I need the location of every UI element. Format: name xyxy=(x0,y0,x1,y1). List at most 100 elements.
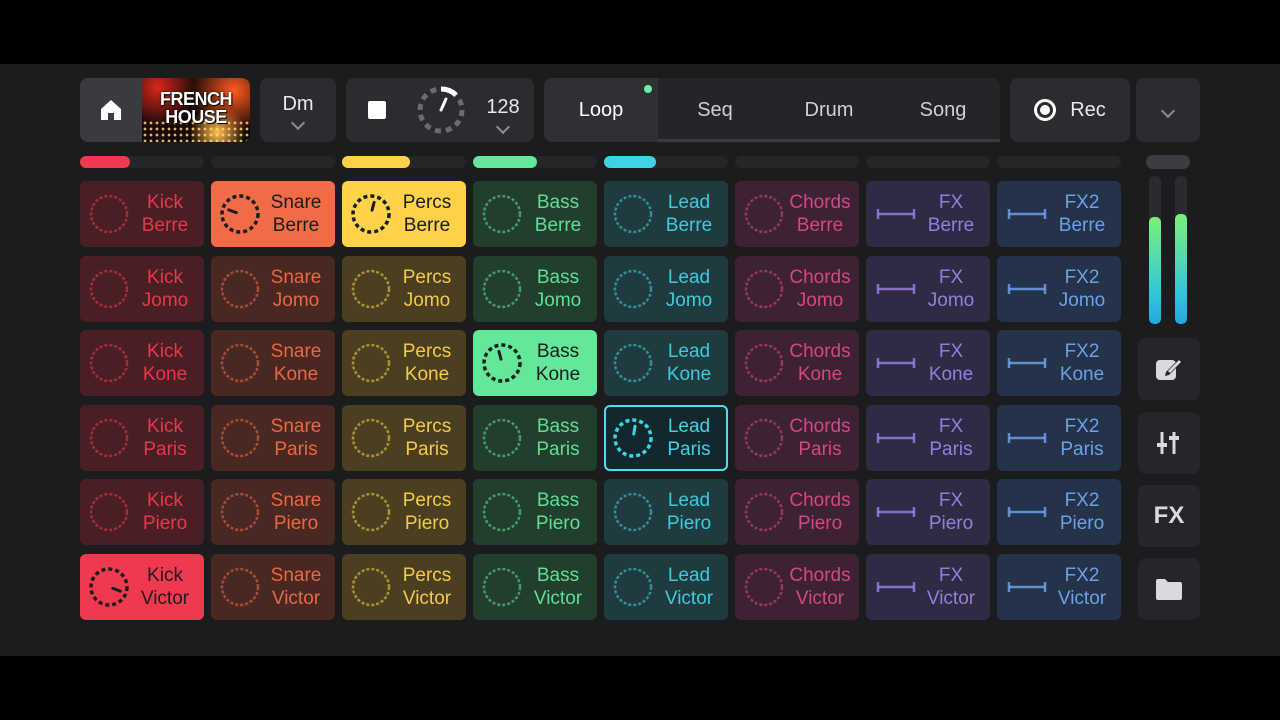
pad-bass-jomo[interactable]: Bass Jomo xyxy=(473,255,597,322)
pad-chords-paris[interactable]: Chords Paris xyxy=(735,404,859,471)
pad-track-name: FX xyxy=(938,266,964,288)
pad-bass-victor[interactable]: Bass Victor xyxy=(473,554,597,620)
pad-fx2-jomo[interactable]: FX2 Jomo xyxy=(997,255,1121,322)
folder-button[interactable] xyxy=(1138,558,1200,620)
pad-label: Lead Piero xyxy=(654,489,724,535)
pad-label: Snare Piero xyxy=(261,489,331,535)
loop-ring-icon xyxy=(482,418,522,458)
playing-loop-icon xyxy=(351,194,391,234)
pad-bass-kone[interactable]: Bass Kone xyxy=(473,330,597,397)
tab-drum[interactable]: Drum xyxy=(772,78,886,142)
pad-kick-victor[interactable]: Kick Victor xyxy=(80,554,204,620)
pad-fx2-victor[interactable]: FX2 Victor xyxy=(997,554,1121,620)
loop-ring-icon xyxy=(744,194,784,234)
chevron-down-icon[interactable] xyxy=(495,119,511,135)
pad-chords-piero[interactable]: Chords Piero xyxy=(735,479,859,546)
pad-track-name: FX xyxy=(938,415,964,437)
pad-fx-paris[interactable]: FX Paris xyxy=(866,404,990,471)
home-button[interactable] xyxy=(80,78,142,142)
pad-lead-berre[interactable]: Lead Berre xyxy=(604,181,728,247)
pad-lead-kone[interactable]: Lead Kone xyxy=(604,330,728,397)
tab-loop[interactable]: Loop xyxy=(544,78,658,142)
record-button[interactable]: Rec xyxy=(1010,78,1130,142)
pad-track-name: Percs xyxy=(402,341,452,363)
pad-scene-name: Kone xyxy=(666,364,712,386)
pad-chords-victor[interactable]: Chords Victor xyxy=(735,554,859,620)
meter-cap[interactable] xyxy=(1146,155,1190,169)
pad-bass-berre[interactable]: Bass Berre xyxy=(473,181,597,247)
project-cover[interactable]: FRENCH HOUSE xyxy=(142,78,250,142)
tempo-value[interactable]: 128 xyxy=(476,96,530,119)
pad-snare-paris[interactable]: Snare Paris xyxy=(211,404,335,471)
fx-range-icon xyxy=(876,283,916,294)
pad-chords-berre[interactable]: Chords Berre xyxy=(735,181,859,247)
pad-label: Snare Jomo xyxy=(261,266,331,312)
mixer-button[interactable] xyxy=(1138,412,1200,474)
pad-kick-paris[interactable]: Kick Paris xyxy=(80,404,204,471)
pad-snare-jomo[interactable]: Snare Jomo xyxy=(211,255,335,322)
more-button[interactable] xyxy=(1136,78,1200,142)
pad-label: FX2 Jomo xyxy=(1047,266,1117,312)
pad-track-name: FX2 xyxy=(1064,415,1100,437)
pad-scene-name: Paris xyxy=(1060,438,1104,460)
pad-chords-jomo[interactable]: Chords Jomo xyxy=(735,255,859,322)
pad-track-name: FX2 xyxy=(1064,341,1100,363)
pad-snare-piero[interactable]: Snare Piero xyxy=(211,479,335,546)
tab-seq[interactable]: Seq xyxy=(658,78,772,142)
pad-percs-piero[interactable]: Percs Piero xyxy=(342,479,466,546)
pad-kick-berre[interactable]: Kick Berre xyxy=(80,181,204,247)
record-label: Rec xyxy=(1070,98,1106,121)
pad-bass-piero[interactable]: Bass Piero xyxy=(473,479,597,546)
pad-percs-jomo[interactable]: Percs Jomo xyxy=(342,255,466,322)
pad-label: Lead Jomo xyxy=(654,266,724,312)
pad-bass-paris[interactable]: Bass Paris xyxy=(473,404,597,471)
loop-ring-icon xyxy=(482,493,522,532)
fx-range-icon xyxy=(1007,582,1047,592)
pad-lead-victor[interactable]: Lead Victor xyxy=(604,554,728,620)
key-selector[interactable]: Dm xyxy=(260,78,336,142)
pad-percs-kone[interactable]: Percs Kone xyxy=(342,330,466,397)
pad-snare-victor[interactable]: Snare Victor xyxy=(211,554,335,620)
pad-track-name: Lead xyxy=(667,415,711,437)
pad-label: Kick Berre xyxy=(130,191,200,237)
pad-label: Snare Paris xyxy=(261,415,331,461)
pad-scene-name: Victor xyxy=(271,588,321,609)
pad-percs-paris[interactable]: Percs Paris xyxy=(342,404,466,471)
pad-lead-paris[interactable]: Lead Paris xyxy=(604,404,728,471)
pad-fx-victor[interactable]: FX Victor xyxy=(866,554,990,620)
loop-ring-icon xyxy=(613,567,653,607)
pad-lead-piero[interactable]: Lead Piero xyxy=(604,479,728,546)
edit-button[interactable] xyxy=(1138,338,1200,400)
pad-fx2-kone[interactable]: FX2 Kone xyxy=(997,330,1121,397)
pad-fx-kone[interactable]: FX Kone xyxy=(866,330,990,397)
pad-percs-victor[interactable]: Percs Victor xyxy=(342,554,466,620)
tab-song[interactable]: Song xyxy=(886,78,1000,142)
pad-kick-kone[interactable]: Kick Kone xyxy=(80,330,204,397)
tempo-knob-icon[interactable] xyxy=(416,85,466,135)
pad-snare-kone[interactable]: Snare Kone xyxy=(211,330,335,397)
pad-fx2-berre[interactable]: FX2 Berre xyxy=(997,181,1121,247)
pad-chords-kone[interactable]: Chords Kone xyxy=(735,330,859,397)
pad-track-name: Chords xyxy=(789,341,851,363)
pad-kick-jomo[interactable]: Kick Jomo xyxy=(80,255,204,322)
pad-fx2-paris[interactable]: FX2 Paris xyxy=(997,404,1121,471)
loop-ring-icon xyxy=(613,194,653,234)
pad-kick-piero[interactable]: Kick Piero xyxy=(80,479,204,546)
pad-track-name: FX xyxy=(938,565,964,586)
pad-fx-piero[interactable]: FX Piero xyxy=(866,479,990,546)
fx-button[interactable]: FX xyxy=(1138,485,1200,547)
indicator-snare xyxy=(211,156,335,168)
pad-scene-name: Victor xyxy=(140,588,190,609)
pad-fx-jomo[interactable]: FX Jomo xyxy=(866,255,990,322)
pad-percs-berre[interactable]: Percs Berre xyxy=(342,181,466,247)
pad-label: Lead Paris xyxy=(654,415,724,461)
fx-range-icon xyxy=(1007,507,1047,518)
pad-label: Percs Paris xyxy=(392,415,462,461)
pad-lead-jomo[interactable]: Lead Jomo xyxy=(604,255,728,322)
pad-label: Kick Jomo xyxy=(130,266,200,312)
pad-snare-berre[interactable]: Snare Berre xyxy=(211,181,335,247)
active-dot xyxy=(644,85,652,93)
pad-fx2-piero[interactable]: FX2 Piero xyxy=(997,479,1121,546)
pad-fx-berre[interactable]: FX Berre xyxy=(866,181,990,247)
stop-icon[interactable] xyxy=(368,101,386,119)
